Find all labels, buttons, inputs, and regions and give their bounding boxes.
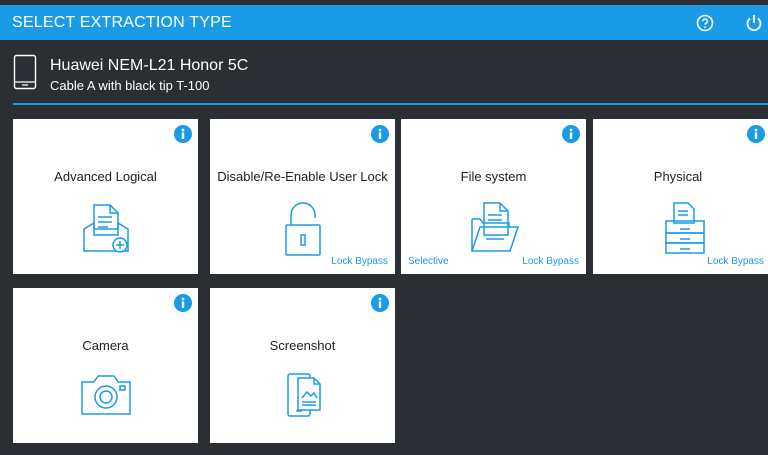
info-icon[interactable]: [371, 294, 389, 312]
tile-label: Advanced Logical: [54, 169, 157, 184]
info-icon[interactable]: [562, 125, 580, 143]
lock-bypass-tag[interactable]: Lock Bypass: [707, 256, 764, 267]
divider: [13, 103, 768, 105]
tile-physical[interactable]: Physical Lock Bypass: [593, 119, 768, 274]
selective-tag[interactable]: Selective: [408, 256, 449, 267]
tile-label: Physical: [653, 169, 703, 184]
power-icon[interactable]: [744, 13, 764, 33]
tile-label: Camera: [82, 338, 129, 353]
tile-label: Screenshot: [269, 338, 336, 353]
info-icon[interactable]: [371, 125, 389, 143]
padlock-icon: [284, 202, 321, 256]
tile-camera[interactable]: Camera: [13, 288, 198, 443]
tile-advanced-logical[interactable]: Advanced Logical: [13, 119, 198, 274]
folder-document-icon: [470, 202, 519, 252]
tile-file-system[interactable]: File system Selective Lock Bypass: [401, 119, 586, 274]
device-cable: Cable A with black tip T-100: [50, 78, 210, 93]
phone-icon: [13, 54, 37, 90]
tile-screenshot[interactable]: Screenshot: [210, 288, 395, 443]
camera-icon: [80, 375, 131, 415]
page-title: SELECT EXTRACTION TYPE: [12, 14, 232, 31]
device-name: Huawei NEM-L21 Honor 5C: [50, 57, 249, 74]
tile-label: File system: [460, 169, 527, 184]
info-icon[interactable]: [174, 294, 192, 312]
lock-bypass-tag[interactable]: Lock Bypass: [522, 256, 579, 267]
tile-label: Disable/Re-Enable User Lock: [217, 169, 388, 184]
lock-bypass-tag[interactable]: Lock Bypass: [331, 256, 388, 267]
device-info: Huawei NEM-L21 Honor 5C Cable A with bla…: [0, 40, 768, 103]
info-icon[interactable]: [174, 125, 192, 143]
info-icon[interactable]: [747, 125, 765, 143]
drawer-cabinet-icon: [665, 202, 705, 254]
title-bar: SELECT EXTRACTION TYPE: [0, 5, 768, 40]
screenshot-icon: [286, 373, 321, 417]
help-icon[interactable]: [695, 13, 715, 33]
document-add-icon: [82, 204, 129, 253]
tile-user-lock[interactable]: Disable/Re-Enable User Lock Lock Bypass: [210, 119, 395, 274]
